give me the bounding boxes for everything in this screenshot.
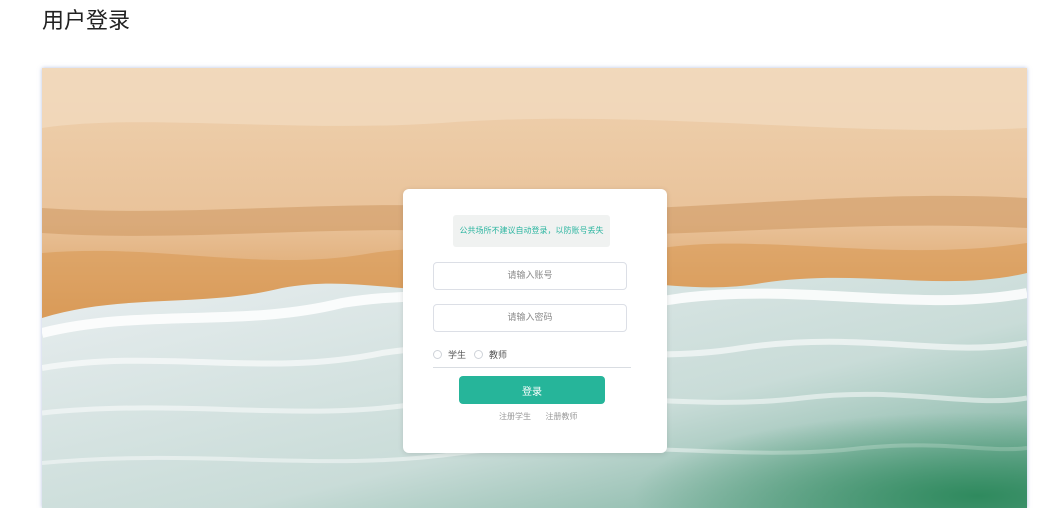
register-links: 注册学生 注册教师 xyxy=(499,411,590,422)
page-title: 用户登录 xyxy=(42,9,131,34)
login-card: 公共场所不建议自动登录，以防账号丢失 学生 教师 登录 注册学生 注册教师 xyxy=(403,189,667,453)
role-radio-student[interactable]: 学生 xyxy=(433,348,466,361)
role-label-student: 学生 xyxy=(448,350,467,361)
divider xyxy=(433,367,631,368)
role-radio-teacher[interactable]: 教师 xyxy=(474,348,507,361)
register-student-link[interactable]: 注册学生 xyxy=(499,412,531,421)
account-input[interactable] xyxy=(433,262,627,290)
password-input[interactable] xyxy=(433,304,627,332)
login-button[interactable]: 登录 xyxy=(459,376,605,404)
radio-circle-icon[interactable] xyxy=(433,349,442,359)
role-label-teacher: 教师 xyxy=(489,350,508,361)
security-notice: 公共场所不建议自动登录，以防账号丢失 xyxy=(453,215,610,247)
role-selector: 学生 教师 xyxy=(433,347,515,361)
radio-circle-icon[interactable] xyxy=(474,349,484,359)
register-teacher-link[interactable]: 注册教师 xyxy=(546,412,578,421)
